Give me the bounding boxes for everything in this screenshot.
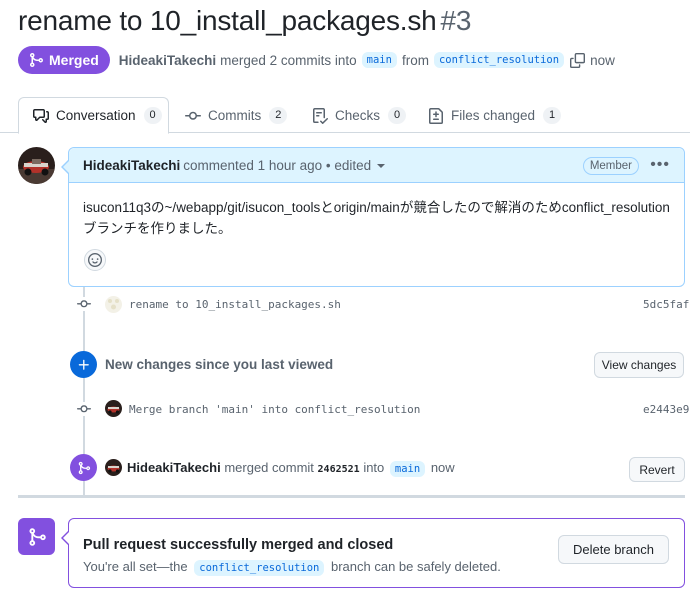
- merge-commit-sha-link[interactable]: 2462521: [318, 464, 360, 475]
- git-commit-icon: [185, 111, 201, 120]
- avatar[interactable]: [105, 459, 122, 476]
- merged-status-desc: You're all set—the conflict_resolution b…: [83, 559, 501, 576]
- pr-tabs: Conversation 0 Commits 2 Checks 0 Files …: [0, 97, 690, 134]
- tab-files-label: Files changed: [451, 108, 536, 123]
- checklist-icon: [313, 107, 328, 124]
- merge-into-text: into: [363, 460, 385, 475]
- merged-state-badge: Merged: [18, 46, 110, 74]
- merged-status-title: Pull request successfully merged and clo…: [83, 537, 394, 553]
- head-branch-tag[interactable]: conflict_resolution: [433, 52, 565, 68]
- copy-icon[interactable]: [570, 52, 586, 68]
- pr-author-link[interactable]: HideakiTakechi: [119, 53, 216, 68]
- merge-action: merged commit: [224, 460, 314, 475]
- merged-state-label: Merged: [49, 52, 99, 68]
- view-changes-button[interactable]: View changes: [594, 352, 684, 378]
- commit-sha-link[interactable]: 5dc5faf: [643, 298, 689, 311]
- comment-box: HideakiTakechi commented 1 hour ago • ed…: [61, 147, 685, 287]
- pr-title-text: rename to 10_install_packages.sh: [18, 5, 437, 36]
- chevron-down-icon: [377, 163, 386, 168]
- kebab-horizontal-icon[interactable]: •••: [650, 157, 670, 173]
- tab-checks-label: Checks: [335, 108, 381, 123]
- commit-message-link[interactable]: Merge branch 'main' into conflict_resolu…: [129, 403, 420, 416]
- comment-edited-dropdown[interactable]: • edited: [325, 157, 386, 173]
- merge-time: now: [430, 460, 455, 475]
- avatar[interactable]: [18, 147, 55, 184]
- tab-checks[interactable]: Checks 0: [312, 97, 407, 134]
- pr-time: now: [590, 52, 615, 68]
- git-merge-icon: [18, 518, 55, 555]
- tab-checks-count: 0: [388, 107, 407, 124]
- tab-commits-label: Commits: [208, 108, 262, 123]
- revert-button[interactable]: Revert: [629, 457, 685, 482]
- comment-author-link[interactable]: HideakiTakechi: [83, 158, 180, 173]
- tab-conversation-label: Conversation: [56, 108, 136, 123]
- commit-message-link[interactable]: rename to 10_install_packages.sh: [129, 298, 341, 311]
- tab-files-count: 1: [543, 107, 562, 124]
- avatar[interactable]: [105, 400, 122, 417]
- tab-conversation[interactable]: Conversation 0: [18, 97, 169, 134]
- base-branch-tag[interactable]: main: [361, 52, 397, 68]
- member-badge: Member: [582, 157, 639, 175]
- commit-sha-link[interactable]: e2443e9: [643, 403, 689, 416]
- plus-icon: [70, 351, 97, 378]
- tab-commits[interactable]: Commits 2: [185, 97, 288, 134]
- merged-status-box: Pull request successfully merged and clo…: [61, 518, 685, 588]
- comment-discussion-icon: [33, 108, 49, 123]
- comment-body: isucon11q3の~/webapp/git/isucon_toolsとori…: [83, 200, 670, 236]
- file-diff-icon: [429, 107, 443, 124]
- git-merge-icon: [30, 53, 44, 67]
- merged-desc-prefix: You're all set—the: [83, 559, 188, 574]
- comment-action: commented 1 hour ago: [183, 157, 323, 173]
- git-merge-icon: [70, 454, 97, 481]
- merge-branch-tag[interactable]: main: [389, 461, 426, 477]
- git-commit-icon: [77, 297, 91, 311]
- add-reaction-button[interactable]: [84, 249, 106, 271]
- pr-title: rename to 10_install_packages.sh #3: [18, 5, 471, 37]
- merged-desc-suffix: branch can be safely deleted.: [330, 559, 501, 574]
- pr-from-text: from: [401, 52, 429, 68]
- pr-number: #3: [440, 5, 472, 36]
- tab-files-changed[interactable]: Files changed 1: [428, 97, 562, 134]
- tab-commits-count: 2: [269, 107, 288, 124]
- new-changes-text: New changes since you last viewed: [105, 357, 334, 372]
- pr-meta: Merged HideakiTakechi merged 2 commits i…: [18, 46, 615, 74]
- smiley-icon: [88, 253, 102, 267]
- git-commit-icon: [77, 402, 91, 416]
- merged-branch-tag[interactable]: conflict_resolution: [194, 560, 325, 576]
- merge-author-link[interactable]: HideakiTakechi: [127, 460, 221, 475]
- tab-conversation-count: 0: [143, 107, 162, 124]
- comment-edited-label: • edited: [325, 157, 372, 173]
- merge-event: HideakiTakechi merged commit 2462521 int…: [127, 460, 455, 477]
- delete-branch-button[interactable]: Delete branch: [558, 535, 669, 564]
- avatar[interactable]: [105, 296, 122, 313]
- pr-merge-text: merged 2 commits into: [220, 52, 357, 68]
- timeline-divider: [18, 495, 685, 498]
